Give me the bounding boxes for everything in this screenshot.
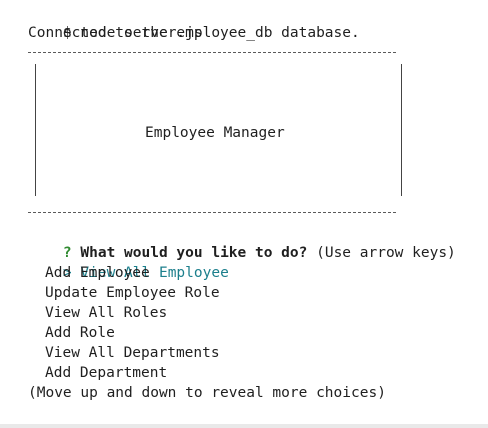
footer-hint: (Move up and down to reveal more choices… xyxy=(28,385,386,401)
banner-left-border xyxy=(35,64,36,196)
banner-top-border xyxy=(28,52,396,53)
question-line: ? What would you like to do? (Use arrow … xyxy=(28,223,456,261)
banner-right-border xyxy=(401,64,402,196)
terminal-window: $ node server.js Connected to the employ… xyxy=(0,0,488,428)
menu-item-update-employee-role[interactable]: Update Employee Role xyxy=(45,283,220,303)
command-line: $ node server.js xyxy=(28,3,203,41)
banner-bottom-border xyxy=(28,212,396,213)
menu-item-add-employee[interactable]: Add Employee xyxy=(45,263,150,283)
menu-item-view-all-employee[interactable]: > View All Employee xyxy=(28,243,229,281)
banner-title: Employee Manager xyxy=(145,125,285,141)
menu-item-add-department[interactable]: Add Department xyxy=(45,363,167,383)
connection-message: Connected to the employee_db database. xyxy=(28,25,360,41)
menu-item-view-all-roles[interactable]: View All Roles xyxy=(45,303,167,323)
menu-item-add-role[interactable]: Add Role xyxy=(45,323,115,343)
question-hint: (Use arrow keys) xyxy=(316,245,456,261)
bottom-edge xyxy=(0,424,488,428)
menu-item-view-all-departments[interactable]: View All Departments xyxy=(45,343,220,363)
